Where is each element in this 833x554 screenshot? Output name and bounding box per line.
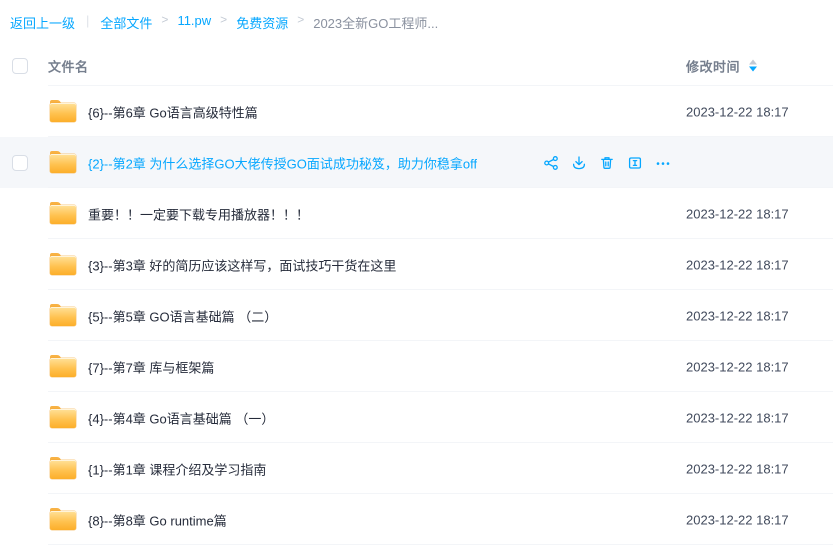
file-name[interactable]: {3}--第3章 好的简历应该这样写，面试技巧干货在这里	[88, 255, 396, 274]
column-header-filename[interactable]: 文件名	[48, 56, 89, 75]
file-modified-time: 2023-12-22 18:17	[686, 410, 789, 425]
file-row[interactable]: {4}--第4章 Go语言基础篇 （一） 2023-12-22 18:17	[0, 392, 833, 443]
file-row[interactable]: 重要！！一定要下载专用播放器！！！ 2023-12-22 18:17	[0, 188, 833, 239]
file-row[interactable]: {7}--第7章 库与框架篇 2023-12-22 18:17	[0, 341, 833, 392]
column-header-modified[interactable]: 修改时间	[686, 56, 757, 75]
folder-icon	[50, 151, 76, 174]
folder-icon	[50, 508, 76, 531]
file-modified-time: 2023-12-22 18:17	[686, 359, 789, 374]
file-row[interactable]: {8}--第8章 Go runtime篇 2023-12-22 18:17	[0, 494, 833, 545]
file-modified-time: 2023-12-22 18:17	[686, 257, 789, 272]
folder-icon	[50, 100, 76, 123]
file-modified-time: 2023-12-22 18:17	[686, 461, 789, 476]
trash-icon[interactable]	[599, 155, 615, 171]
file-row[interactable]: {3}--第3章 好的简历应该这样写，面试技巧干货在这里 2023-12-22 …	[0, 239, 833, 290]
file-modified-time: 2023-12-22 18:17	[686, 512, 789, 527]
breadcrumb-pipe-divider: |	[86, 13, 89, 28]
file-name[interactable]: {5}--第5章 GO语言基础篇 （二）	[88, 306, 277, 325]
sort-asc-caret-icon	[749, 60, 757, 65]
file-modified-time: 2023-12-22 18:17	[686, 104, 789, 119]
file-modified-time: 2023-12-22 18:17	[686, 308, 789, 323]
chevron-right-icon: >	[161, 13, 168, 27]
file-name[interactable]: {7}--第7章 库与框架篇	[88, 357, 214, 376]
folder-icon	[50, 304, 76, 327]
breadcrumb-all-files-link[interactable]: 全部文件	[100, 13, 152, 32]
download-icon[interactable]	[571, 155, 587, 171]
sort-icon[interactable]	[749, 60, 757, 72]
chevron-right-icon: >	[220, 13, 227, 27]
file-row[interactable]: {5}--第5章 GO语言基础篇 （二） 2023-12-22 18:17	[0, 290, 833, 341]
file-name[interactable]: {6}--第6章 Go语言高级特性篇	[88, 102, 258, 121]
file-list: {6}--第6章 Go语言高级特性篇 2023-12-22 18:17 {2}-…	[0, 86, 833, 545]
file-row[interactable]: {1}--第1章 课程介绍及学习指南 2023-12-22 18:17	[0, 443, 833, 494]
breadcrumb-current-folder: 2023全新GO工程师...	[313, 13, 438, 32]
file-list-header: 文件名 修改时间	[0, 45, 833, 86]
breadcrumb: 返回上一级 | 全部文件 > 11.pw > 免费资源 > 2023全新GO工程…	[0, 0, 833, 45]
back-up-level-link[interactable]: 返回上一级	[10, 13, 75, 32]
file-row-hovered[interactable]: {2}--第2章 为什么选择GO大佬传授GO面试成功秘笈，助力你稳拿off	[0, 137, 833, 188]
rename-icon[interactable]	[627, 155, 643, 171]
file-name[interactable]: 重要！！一定要下载专用播放器！！！	[88, 204, 309, 223]
row-checkbox[interactable]	[12, 155, 28, 171]
folder-icon	[50, 406, 76, 429]
breadcrumb-folder-link[interactable]: 11.pw	[177, 13, 211, 28]
folder-icon	[50, 457, 76, 480]
sort-desc-caret-icon	[749, 67, 757, 72]
chevron-right-icon: >	[297, 13, 304, 27]
file-name[interactable]: {1}--第1章 课程介绍及学习指南	[88, 459, 266, 478]
file-name[interactable]: {4}--第4章 Go语言基础篇 （一）	[88, 408, 274, 427]
folder-icon	[50, 253, 76, 276]
share-icon[interactable]	[543, 155, 559, 171]
breadcrumb-folder-link[interactable]: 免费资源	[236, 13, 288, 32]
select-all-checkbox[interactable]	[12, 58, 28, 74]
folder-icon	[50, 202, 76, 225]
file-name[interactable]: {8}--第8章 Go runtime篇	[88, 510, 227, 529]
file-row[interactable]: {6}--第6章 Go语言高级特性篇 2023-12-22 18:17	[0, 86, 833, 137]
folder-icon	[50, 355, 76, 378]
file-modified-time: 2023-12-22 18:17	[686, 206, 789, 221]
row-actions	[543, 155, 671, 171]
file-name[interactable]: {2}--第2章 为什么选择GO大佬传授GO面试成功秘笈，助力你稳拿off	[88, 153, 477, 172]
more-ellipsis-icon[interactable]	[655, 155, 671, 171]
